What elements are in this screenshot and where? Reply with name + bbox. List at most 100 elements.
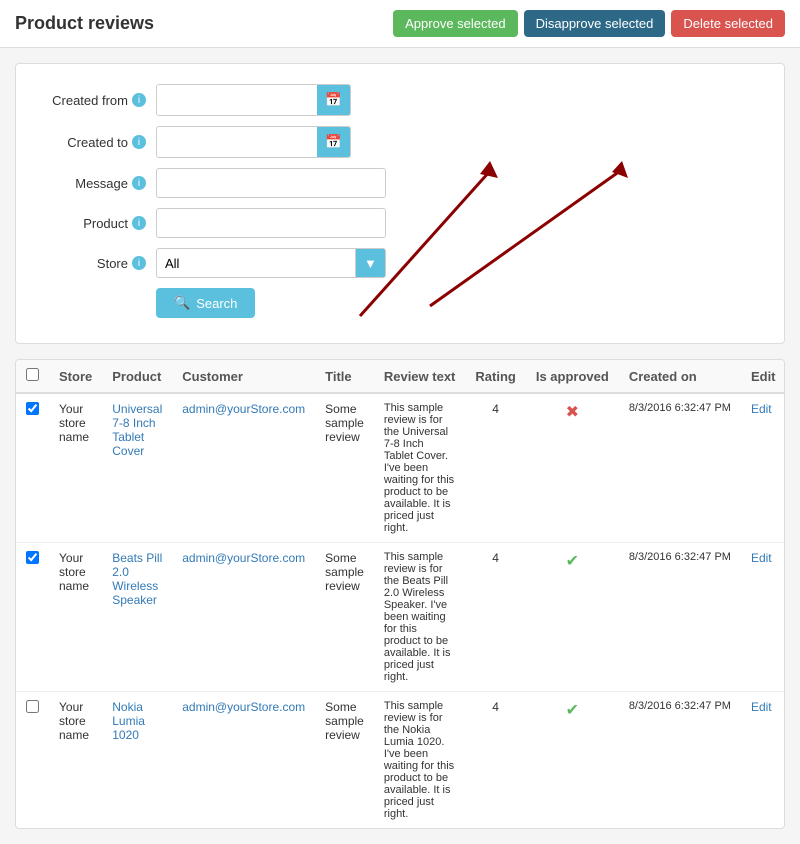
th-product: Product [102,360,172,393]
row-checkbox-cell [16,393,49,543]
edit-link[interactable]: Edit [751,700,772,714]
store-row: Store i All ▼ [36,248,764,278]
row-review-text: This sample review is for the Beats Pill… [374,543,466,692]
th-is-approved: Is approved [526,360,619,393]
store-label: Store i [36,256,156,271]
row-title: Some sample review [315,692,374,829]
customer-link[interactable]: admin@yourStore.com [182,402,305,416]
row-title: Some sample review [315,393,374,543]
row-created-on: 8/3/2016 6:32:47 PM [619,692,741,829]
product-row: Product i [36,208,764,238]
table-row: Your store name Nokia Lumia 1020 admin@you… [16,692,785,829]
row-edit-cell: Edit [741,692,785,829]
row-rating: 4 [465,393,525,543]
created-to-row: Created to i 📅 [36,126,764,158]
th-created-on: Created on [619,360,741,393]
row-is-approved: ✔ [526,543,619,692]
product-label: Product i [36,216,156,231]
page-header: Product reviews Approve selected Disappr… [0,0,800,48]
message-input[interactable] [156,168,386,198]
product-link[interactable]: Universal 7-8 Inch Tablet Cover [112,402,162,458]
calendar-icon: 📅 [325,92,342,108]
row-checkbox-cell [16,543,49,692]
table-header-row: Store Product Customer Title Review text… [16,360,785,393]
created-to-input-wrap: 📅 [156,126,351,158]
approved-check-icon: ✔ [566,553,579,570]
th-title: Title [315,360,374,393]
search-icon: 🔍 [174,295,190,311]
th-store: Store [49,360,102,393]
row-edit-cell: Edit [741,543,785,692]
row-title: Some sample review [315,543,374,692]
approve-selected-button[interactable]: Approve selected [393,10,517,37]
store-select-wrap: All ▼ [156,248,386,278]
table-row: Your store nameUniversal 7-8 Inch Tablet… [16,393,785,543]
row-checkbox-cell [16,692,49,829]
not-approved-x-icon: ✖ [566,404,579,421]
table-row: Your store nameBeats Pill 2.0 Wireless S… [16,543,785,692]
row-1-checkbox[interactable] [26,551,39,564]
row-created-on: 8/3/2016 6:32:47 PM [619,543,741,692]
created-from-input[interactable] [157,85,317,115]
row-store: Your store name [49,543,102,692]
delete-selected-button[interactable]: Delete selected [671,10,785,37]
row-created-on: 8/3/2016 6:32:47 PM [619,393,741,543]
created-from-calendar-button[interactable]: 📅 [317,85,350,115]
created-to-label: Created to i [36,135,156,150]
product-link[interactable]: Beats Pill 2.0 Wireless Speaker [112,551,162,607]
th-review-text: Review text [374,360,466,393]
row-customer: admin@yourStore.com [172,393,315,543]
disapprove-selected-button[interactable]: Disapprove selected [524,10,666,37]
reviews-table: Store Product Customer Title Review text… [16,360,785,828]
page-title: Product reviews [15,13,154,34]
created-to-input[interactable] [157,127,317,157]
search-button[interactable]: 🔍 Search [156,288,255,318]
edit-link[interactable]: Edit [751,551,772,565]
created-from-info-icon[interactable]: i [132,93,146,107]
th-edit: Edit [741,360,785,393]
product-info-icon[interactable]: i [132,216,146,230]
th-rating: Rating [465,360,525,393]
table-section: Store Product Customer Title Review text… [15,359,785,829]
row-rating: 4 [465,692,525,829]
message-row: Message i [36,168,764,198]
th-customer: Customer [172,360,315,393]
product-input[interactable] [156,208,386,238]
customer-link[interactable]: admin@yourStore.com [182,700,305,714]
select-all-checkbox[interactable] [26,368,39,381]
product-link[interactable]: Nokia Lumia 1020 [112,700,145,742]
row-0-checkbox[interactable] [26,402,39,415]
created-to-info-icon[interactable]: i [132,135,146,149]
select-arrow-icon: ▼ [356,248,386,278]
row-store: Your store name [49,393,102,543]
created-from-label: Created from i [36,93,156,108]
row-customer: admin@yourStore.com [172,543,315,692]
edit-link[interactable]: Edit [751,402,772,416]
filter-section: Created from i 📅 Created to i 📅 [15,63,785,344]
row-review-text: This sample review is for the Universal … [374,393,466,543]
created-from-row: Created from i 📅 [36,84,764,116]
row-product: Nokia Lumia 1020 [102,692,172,829]
header-buttons: Approve selected Disapprove selected Del… [393,10,785,37]
row-product: Beats Pill 2.0 Wireless Speaker [102,543,172,692]
message-info-icon[interactable]: i [132,176,146,190]
row-edit-cell: Edit [741,393,785,543]
row-store: Your store name [49,692,102,829]
customer-link[interactable]: admin@yourStore.com [182,551,305,565]
row-2-checkbox[interactable] [26,700,39,713]
search-row: 🔍 Search [36,288,764,318]
store-select[interactable]: All [156,248,356,278]
store-info-icon[interactable]: i [132,256,146,270]
th-checkbox [16,360,49,393]
approved-check-icon: ✔ [566,702,579,719]
row-is-approved: ✖ [526,393,619,543]
created-to-calendar-button[interactable]: 📅 [317,127,350,157]
row-rating: 4 [465,543,525,692]
message-label: Message i [36,176,156,191]
row-is-approved: ✔ [526,692,619,829]
created-from-input-wrap: 📅 [156,84,351,116]
row-review-text: This sample review is for the Nokia Lumi… [374,692,466,829]
row-customer: admin@yourStore.com [172,692,315,829]
row-product: Universal 7-8 Inch Tablet Cover [102,393,172,543]
calendar-icon-2: 📅 [325,134,342,150]
